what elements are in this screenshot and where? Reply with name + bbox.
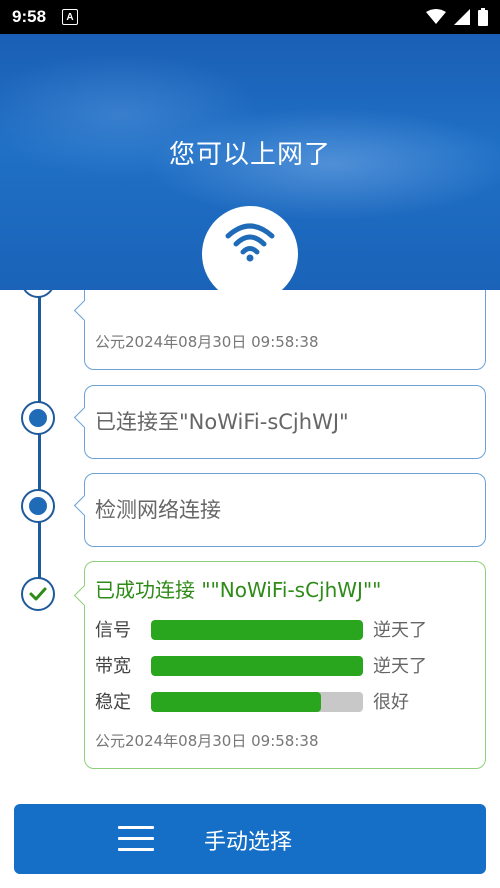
menu-icon — [118, 826, 154, 852]
status-bar: 9:58 A — [0, 0, 500, 34]
metric-row-bandwidth: 带宽 逆天了 — [95, 652, 475, 677]
timeline-timestamp: 公元2024年08月30日 09:58:38 — [95, 732, 319, 750]
metric-row-stability: 稳定 很好 — [95, 688, 475, 713]
metric-status: 很好 — [373, 692, 409, 713]
manual-select-button[interactable]: 手动选择 — [14, 804, 486, 874]
timeline-node — [21, 290, 55, 298]
metric-status: 逆天了 — [373, 656, 427, 677]
timeline-node — [21, 489, 55, 523]
metric-bar — [151, 656, 363, 676]
cellular-icon — [454, 9, 470, 25]
connection-timeline[interactable]: 公元2024年08月30日 09:58:38 已连接至"NoWiFi-sCjhW… — [0, 290, 500, 788]
check-icon — [29, 587, 47, 601]
metric-bar-fill — [151, 656, 363, 676]
metric-bar-fill — [151, 620, 363, 640]
timeline-card: 已连接至"NoWiFi-sCjhWJ" — [84, 385, 486, 459]
wifi-badge — [202, 206, 298, 302]
status-time: 9:58 — [12, 7, 47, 26]
battery-icon — [478, 8, 488, 26]
timeline-line — [38, 290, 41, 590]
success-title: 已成功连接 ""NoWiFi-sCjhWJ"" — [95, 578, 382, 602]
timeline-timestamp: 公元2024年08月30日 09:58:38 — [95, 333, 319, 351]
metric-bar — [151, 692, 363, 712]
metric-row-signal: 信号 逆天了 — [95, 616, 475, 641]
manual-select-label: 手动选择 — [204, 830, 293, 855]
timeline-node — [21, 401, 55, 435]
metric-label: 信号 — [95, 620, 131, 641]
hero-title: 您可以上网了 — [168, 140, 331, 170]
timeline-node-done — [21, 577, 55, 611]
metric-label: 带宽 — [95, 656, 131, 677]
wifi-icon — [426, 9, 446, 24]
metric-status: 逆天了 — [373, 620, 427, 641]
timeline-card: 公元2024年08月30日 09:58:38 — [84, 290, 486, 370]
timeline-item-text: 检测网络连接 — [95, 498, 221, 522]
metric-label: 稳定 — [95, 692, 131, 713]
metric-bar — [151, 620, 363, 640]
success-card: 已成功连接 ""NoWiFi-sCjhWJ"" 信号 逆天了 带宽 逆天了 稳定… — [84, 561, 486, 769]
metric-bar-fill — [151, 692, 321, 712]
timeline-item-text: 已连接至"NoWiFi-sCjhWJ" — [95, 410, 349, 434]
wifi-icon — [225, 223, 275, 262]
timeline-card: 检测网络连接 — [84, 473, 486, 547]
notification-icon: A — [62, 9, 79, 25]
